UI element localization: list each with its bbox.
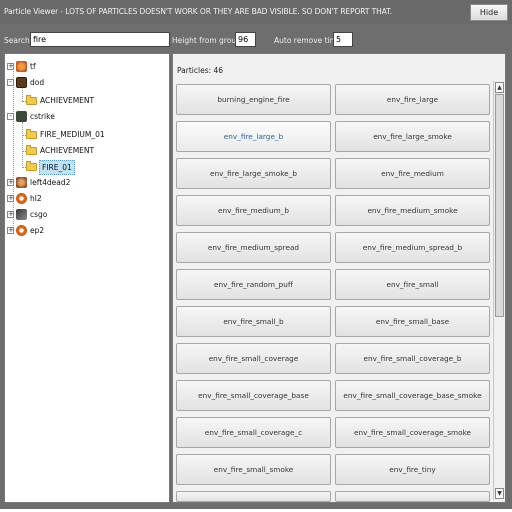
- search-input[interactable]: fire: [30, 32, 170, 47]
- particle-button[interactable]: env_fire_medium_b: [176, 195, 331, 226]
- particle-button[interactable]: env_fire_small_coverage_base: [176, 380, 331, 411]
- particle-button[interactable]: env_fire_random_puff: [176, 269, 331, 300]
- tree-item-label: ACHIEVEMENT: [40, 146, 95, 155]
- particle-button[interactable]: burning_engine_fire: [176, 84, 331, 115]
- particle-button[interactable]: env_fire_small_coverage_base_smoke: [335, 380, 490, 411]
- tree-item-label: FIRE_01: [39, 160, 75, 175]
- hide-button[interactable]: Hide: [470, 4, 508, 21]
- scroll-down-arrow-icon[interactable]: ▼: [495, 488, 504, 499]
- dod-game-icon: [16, 77, 27, 88]
- l4d2-game-icon: [16, 177, 27, 188]
- particle-button-selected[interactable]: env_fire_large_b: [176, 121, 331, 152]
- folder-icon: [26, 161, 37, 171]
- tree-item-label: ep2: [30, 226, 45, 235]
- particle-button[interactable]: env_fire_large_smoke_b: [176, 158, 331, 189]
- particle-button[interactable]: env_fire_small_coverage_smoke: [335, 417, 490, 448]
- collapse-icon[interactable]: -: [7, 113, 14, 120]
- particle-button[interactable]: env_fire_medium: [335, 158, 490, 189]
- particle-button[interactable]: env_fire_tiny: [335, 454, 490, 485]
- particle-button-partial[interactable]: [176, 491, 331, 502]
- vertical-scrollbar[interactable]: ▲ ▼: [493, 81, 504, 500]
- particle-button[interactable]: env_fire_medium_smoke: [335, 195, 490, 226]
- cstrike-game-icon: [16, 111, 27, 122]
- particle-viewer-window: Particle Viewer - LOTS OF PARTICLES DOES…: [0, 0, 512, 509]
- particle-button[interactable]: env_fire_large: [335, 84, 490, 115]
- particle-button[interactable]: env_fire_medium_spread: [176, 232, 331, 263]
- scrollbar-thumb[interactable]: [495, 94, 504, 317]
- expand-icon[interactable]: +: [7, 195, 14, 202]
- tree-connector: [13, 68, 14, 230]
- particle-button[interactable]: env_fire_medium_spread_b: [335, 232, 490, 263]
- tree-item-label: hl2: [30, 194, 42, 203]
- tree-item-label: left4dead2: [30, 178, 71, 187]
- height-input[interactable]: 96: [235, 32, 256, 47]
- folder-icon: [26, 145, 37, 155]
- particle-button[interactable]: env_fire_small_coverage_c: [176, 417, 331, 448]
- expand-icon[interactable]: +: [7, 211, 14, 218]
- title-bar[interactable]: Particle Viewer - LOTS OF PARTICLES DOES…: [0, 0, 512, 24]
- hl2-game-icon: [16, 193, 27, 204]
- tree-item-label: cstrike: [30, 112, 55, 121]
- ep2-game-icon: [16, 225, 27, 236]
- particle-button[interactable]: env_fire_small_coverage_b: [335, 343, 490, 374]
- tree-item-label: tf: [30, 62, 36, 71]
- auto-remove-input[interactable]: 5: [333, 32, 353, 47]
- tree-item-label: ACHIEVEMENT: [40, 96, 95, 105]
- game-tree: + tf - dod ACHIEVEMENT - cstrike FIRE_ME…: [4, 53, 170, 503]
- window-title: Particle Viewer - LOTS OF PARTICLES DOES…: [4, 7, 392, 16]
- tree-item-label: csgo: [30, 210, 48, 219]
- csgo-game-icon: [16, 209, 27, 220]
- particles-panel: Particles: 46 burning_engine_fire env_fi…: [172, 53, 506, 503]
- folder-icon: [26, 95, 37, 105]
- particle-button[interactable]: env_fire_small_smoke: [176, 454, 331, 485]
- folder-icon: [26, 129, 37, 139]
- search-label: Search:: [4, 36, 33, 45]
- toolbar: Search: fire Height from ground: 96 Auto…: [0, 29, 512, 51]
- particles-count: Particles: 46: [177, 66, 224, 75]
- scroll-up-arrow-icon[interactable]: ▲: [495, 82, 504, 93]
- particle-button[interactable]: env_fire_small_coverage: [176, 343, 331, 374]
- particle-button[interactable]: env_fire_small: [335, 269, 490, 300]
- tree-connector: [22, 122, 23, 168]
- tree-item-label: dod: [30, 78, 45, 87]
- expand-icon[interactable]: +: [7, 63, 14, 70]
- tf-game-icon: [16, 61, 27, 72]
- tree-item-label: FIRE_MEDIUM_01: [40, 130, 105, 139]
- tree-connector: [22, 88, 23, 101]
- particle-button[interactable]: env_fire_small_b: [176, 306, 331, 337]
- particle-button-partial[interactable]: [335, 491, 490, 502]
- expand-icon[interactable]: +: [7, 179, 14, 186]
- collapse-icon[interactable]: -: [7, 79, 14, 86]
- particle-button[interactable]: env_fire_large_smoke: [335, 121, 490, 152]
- particle-button[interactable]: env_fire_small_base: [335, 306, 490, 337]
- expand-icon[interactable]: +: [7, 227, 14, 234]
